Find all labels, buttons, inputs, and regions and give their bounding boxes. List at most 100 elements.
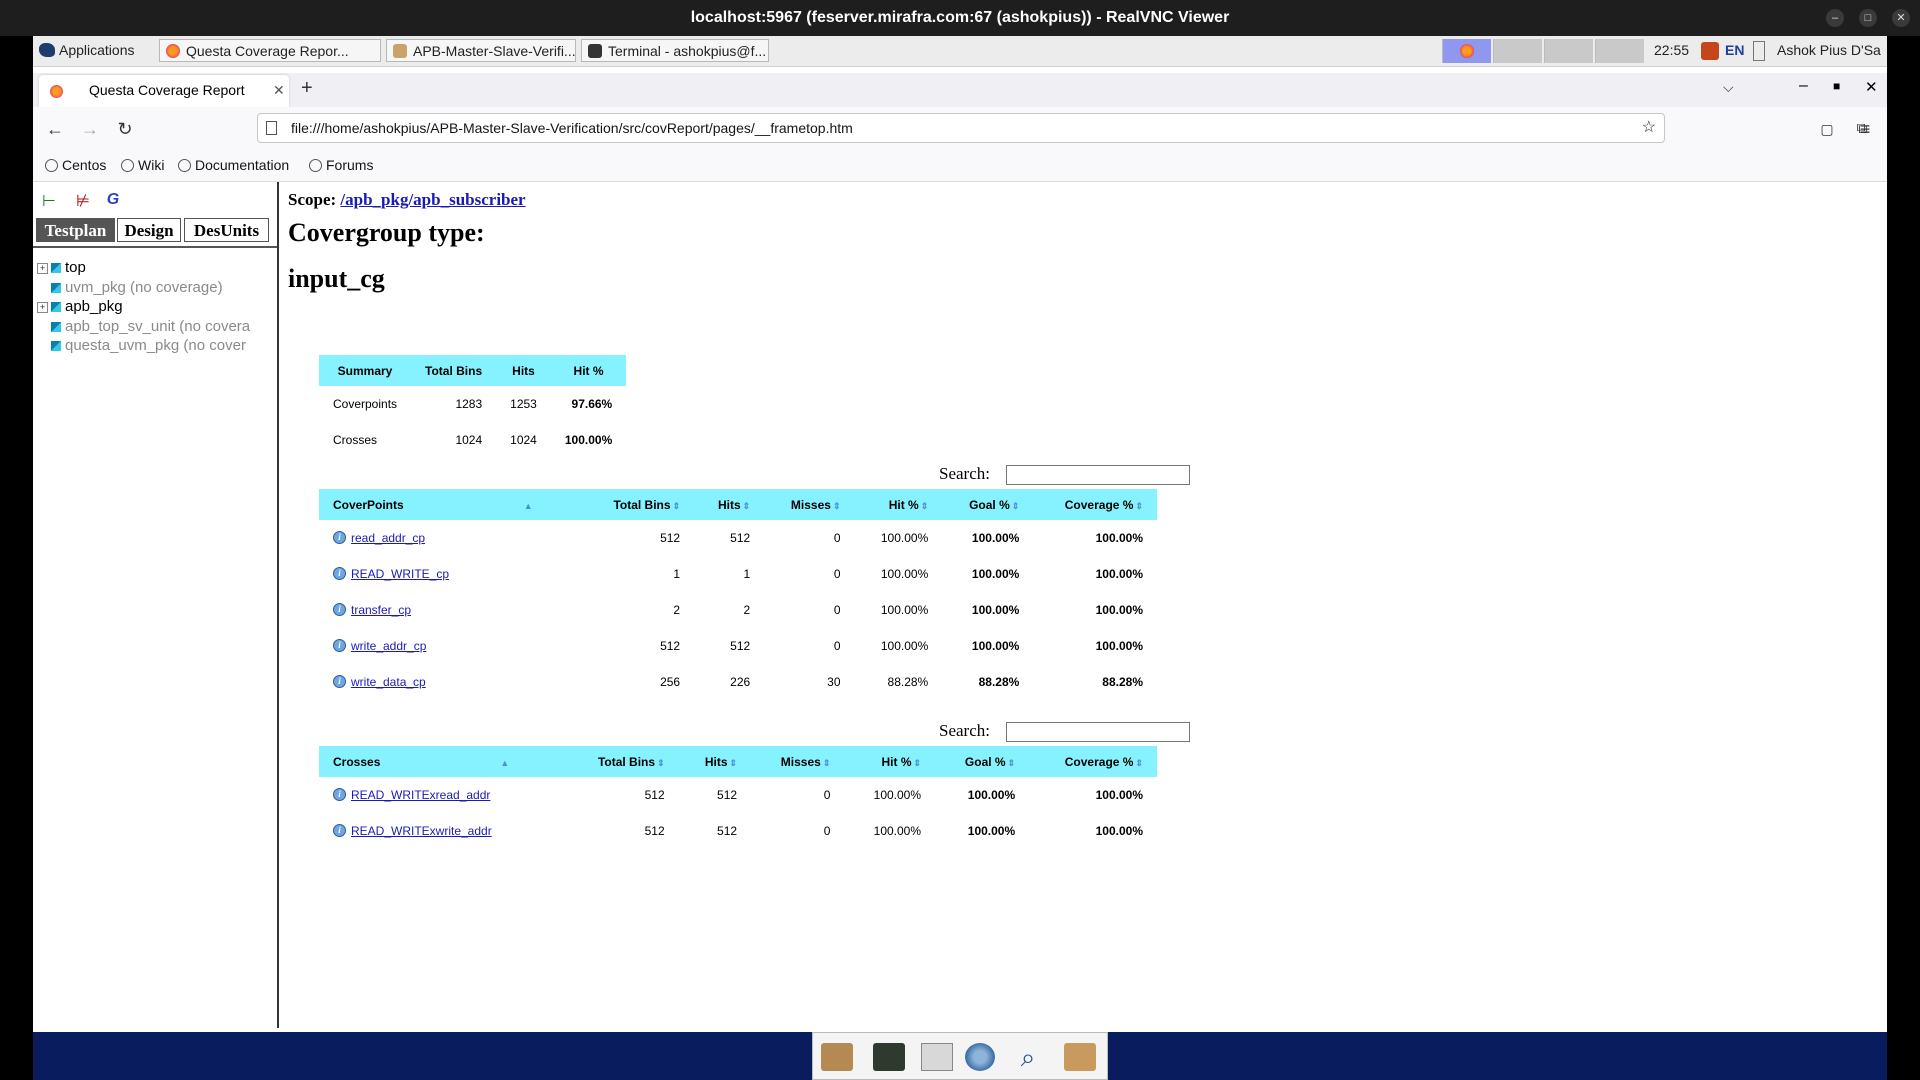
cross-header-misses[interactable]: Misses ⇕ — [751, 746, 845, 777]
search-icon[interactable]: ⌕ — [1012, 1043, 1044, 1071]
crosses-search-input[interactable] — [1006, 722, 1190, 742]
coverpoint-cell: 100.00% — [971, 567, 1020, 581]
new-tab-button[interactable]: + — [301, 77, 313, 100]
coverpoint-header-misses[interactable]: Misses ⇕ — [764, 489, 855, 520]
workspace-3[interactable] — [1544, 39, 1593, 63]
crosses-table: Crosses ▲ Total Bins ⇕ Hits ⇕ Misses ⇕ Hit % ⇕ Goa… — [319, 746, 1157, 849]
bookmark-wiki[interactable]: Wiki — [121, 157, 164, 173]
window-close-icon[interactable]: ✕ — [1865, 78, 1878, 96]
back-button[interactable]: ← — [41, 115, 69, 143]
coverpoint-link[interactable]: READ_WRITE_cp — [351, 567, 449, 581]
user-name[interactable]: Ashok Pius D'Sa — [1777, 39, 1881, 62]
sort-icon[interactable]: ⇕ — [657, 758, 665, 768]
tree-expand-icon[interactable]: + — [37, 302, 48, 313]
tree-expand-icon[interactable]: ⊢ — [39, 191, 59, 211]
taskbar-item-file-manager[interactable]: APB-Master-Slave-Verifi... — [386, 39, 576, 62]
cross-header-goal[interactable]: Goal % ⇕ — [935, 746, 1030, 777]
workspace-4[interactable] — [1595, 39, 1644, 63]
close-icon[interactable]: ✕ — [1892, 9, 1910, 27]
info-icon[interactable]: i — [333, 639, 346, 652]
cross-header-hit[interactable]: Hit % ⇕ — [844, 746, 936, 777]
cross-header-crosses[interactable]: Crosses ▲ — [319, 746, 565, 777]
info-icon[interactable]: i — [333, 567, 346, 580]
sort-icon[interactable]: ⇕ — [1012, 501, 1020, 511]
cross-link[interactable]: READ_WRITExwrite_addr — [351, 824, 492, 838]
tab-testplan[interactable]: Testplan — [36, 218, 115, 242]
tree-expand-icon[interactable]: + — [37, 263, 48, 274]
bookmark-forums[interactable]: Forums — [309, 157, 373, 173]
workspace-2[interactable] — [1493, 39, 1542, 63]
taskbar-item-terminal[interactable]: Terminal - ashokpius@f... — [581, 39, 769, 62]
info-icon[interactable]: i — [333, 531, 346, 544]
bookmark-star-icon[interactable]: ☆ — [1642, 114, 1656, 142]
sort-icon[interactable]: ⇕ — [1135, 501, 1143, 511]
workspace-1[interactable] — [1442, 39, 1491, 63]
window-maximize-icon[interactable]: ■ — [1833, 79, 1840, 93]
sort-icon[interactable]: ⇕ — [730, 758, 738, 768]
keyboard-layout[interactable]: EN — [1725, 39, 1744, 62]
coverpoint-header-coverpoints[interactable]: CoverPoints ▲ — [319, 489, 584, 520]
info-icon[interactable]: i — [333, 824, 346, 837]
sort-icon[interactable]: ⇕ — [913, 758, 921, 768]
tree-item-apb-pkg[interactable]: + apb_pkg — [37, 297, 123, 316]
scope-link[interactable]: /apb_pkg/apb_subscriber — [340, 190, 525, 209]
folder-icon[interactable] — [1064, 1043, 1096, 1071]
window-minimize-icon[interactable]: – — [1799, 77, 1808, 95]
info-icon[interactable]: i — [333, 675, 346, 688]
coverpoint-header-coverage[interactable]: Coverage % ⇕ — [1033, 489, 1157, 520]
coverpoints-search-input[interactable] — [1006, 465, 1190, 485]
terminal-icon[interactable] — [873, 1043, 905, 1071]
sort-icon[interactable]: ⇕ — [743, 501, 751, 511]
coverpoint-header-goal[interactable]: Goal % ⇕ — [942, 489, 1034, 520]
tree-item-apb-top-sv-unit[interactable]: apb_top_sv_unit (no covera — [37, 317, 250, 336]
battery-icon[interactable] — [1753, 41, 1765, 61]
coverpoint-link[interactable]: transfer_cp — [351, 603, 411, 617]
coverpoint-link[interactable]: read_addr_cp — [351, 531, 425, 545]
pocket-icon[interactable]: ▢ — [1813, 115, 1841, 143]
notification-icon[interactable] — [1701, 42, 1719, 60]
cross-header-total-bins[interactable]: Total Bins ⇕ — [564, 746, 679, 777]
tab-questa-coverage-report[interactable]: Questa Coverage Report ✕ — [39, 75, 289, 107]
cross-header-hits[interactable]: Hits ⇕ — [678, 746, 752, 777]
sort-icon[interactable]: ⇕ — [921, 501, 929, 511]
bookmark-centos[interactable]: Centos — [45, 157, 106, 173]
cross-link[interactable]: READ_WRITExread_addr — [351, 788, 490, 802]
tree-item-top[interactable]: + top — [37, 258, 86, 277]
cross-header-coverage[interactable]: Coverage % ⇕ — [1029, 746, 1157, 777]
sort-ascending-icon[interactable]: ▲ — [500, 758, 509, 768]
tab-close-icon[interactable]: ✕ — [273, 82, 285, 99]
text-editor-icon[interactable] — [921, 1043, 953, 1071]
applications-menu[interactable]: Applications — [39, 39, 135, 62]
sort-icon[interactable]: ⇕ — [833, 501, 841, 511]
home-folder-icon[interactable] — [821, 1043, 853, 1071]
coverpoint-header-hits[interactable]: Hits ⇕ — [694, 489, 765, 520]
clock[interactable]: 22:55 — [1654, 39, 1689, 62]
forward-button[interactable]: → — [76, 115, 104, 143]
coverpoint-link[interactable]: write_data_cp — [351, 675, 426, 689]
sort-icon[interactable]: ⇕ — [1008, 758, 1016, 768]
tree-item-questa-uvm-pkg[interactable]: questa_uvm_pkg (no cover — [37, 336, 246, 355]
tab-design[interactable]: Design — [117, 218, 181, 242]
bookmark-documentation[interactable]: Documentation — [178, 157, 289, 173]
maximize-icon[interactable]: □ — [1859, 9, 1877, 27]
web-browser-icon[interactable] — [965, 1043, 995, 1071]
coverpoint-link[interactable]: write_addr_cp — [351, 639, 426, 653]
sort-icon[interactable]: ⇕ — [673, 501, 681, 511]
app-menu-icon[interactable]: ≡ — [1851, 115, 1879, 143]
url-bar[interactable]: file:///home/ashokpius/APB-Master-Slave-… — [257, 113, 1665, 143]
tree-collapse-icon[interactable]: ⊭ — [73, 191, 93, 211]
sort-ascending-icon[interactable]: ▲ — [524, 501, 533, 511]
taskbar-item-firefox[interactable]: Questa Coverage Repor... — [159, 39, 381, 62]
tree-item-uvm-pkg[interactable]: uvm_pkg (no coverage) — [37, 278, 223, 297]
tab-desunits[interactable]: DesUnits — [184, 218, 269, 242]
sort-icon[interactable]: ⇕ — [1135, 758, 1143, 768]
coverpoint-header-total-bins[interactable]: Total Bins ⇕ — [583, 489, 695, 520]
tab-list-icon[interactable]: ⌵ — [1723, 79, 1734, 96]
info-icon[interactable]: i — [333, 788, 346, 801]
questa-logo-icon[interactable]: G — [103, 191, 123, 211]
sort-icon[interactable]: ⇕ — [823, 758, 831, 768]
info-icon[interactable]: i — [333, 603, 346, 616]
minimize-icon[interactable]: – — [1826, 9, 1844, 27]
reload-button[interactable]: ↻ — [111, 115, 139, 143]
coverpoint-header-hit[interactable]: Hit % ⇕ — [854, 489, 943, 520]
